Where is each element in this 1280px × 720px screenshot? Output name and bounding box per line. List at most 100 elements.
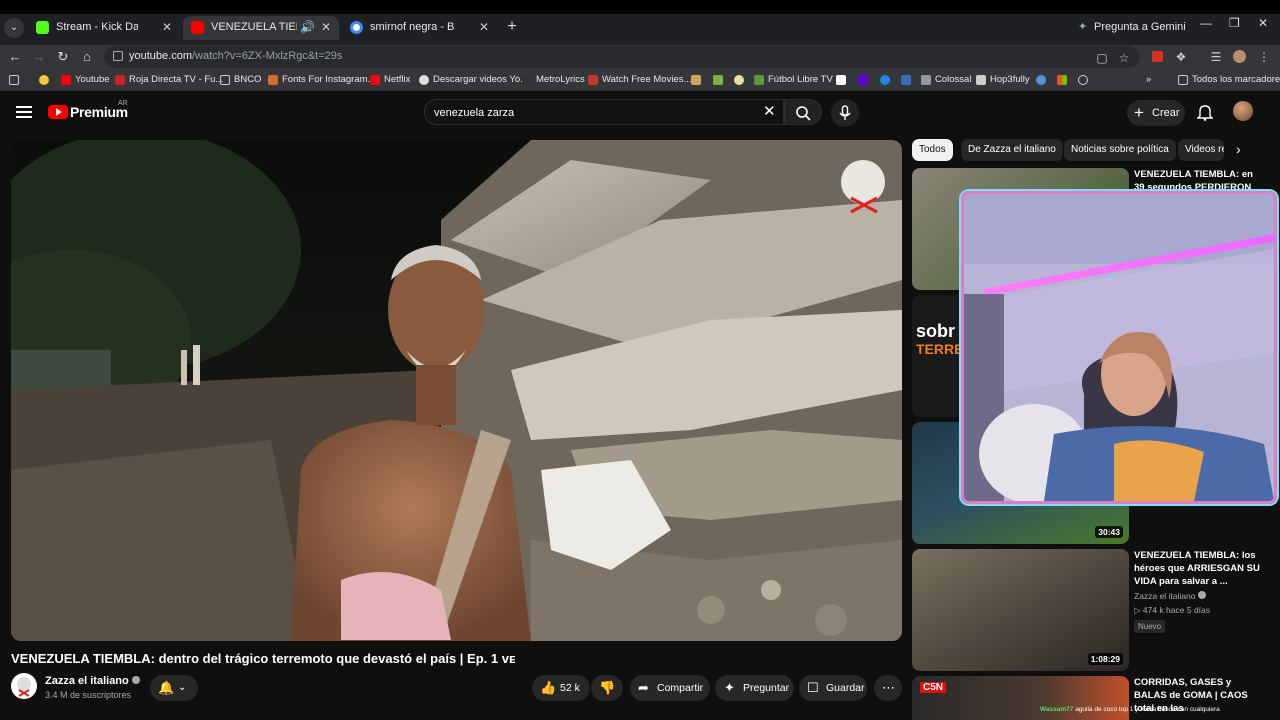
tab-audio-icon[interactable]: 🔊 <box>300 16 315 38</box>
bookmark-label: MetroLyrics <box>536 74 585 85</box>
new-tab-plus-icon[interactable]: + <box>503 17 521 37</box>
chip-videos-relacionados[interactable]: Videos re <box>1178 139 1224 161</box>
thumbs-down-icon: 👎 <box>599 680 616 695</box>
chip-todos[interactable]: Todos <box>912 139 953 161</box>
bookmark-colossal[interactable]: Colossal <box>921 73 971 87</box>
dislike-button[interactable]: 👎 <box>591 675 623 701</box>
movies-icon <box>588 75 598 85</box>
thumbs-up-icon: 👍 <box>540 680 557 695</box>
tab-title: Stream - Kick Dashboard <box>56 21 138 33</box>
menu-hamburger-icon[interactable] <box>16 106 32 118</box>
media-control-icon[interactable]: ☰ <box>1208 49 1224 65</box>
chip-de-zazza[interactable]: De Zazza el italiano <box>961 139 1063 161</box>
recommendation-channel[interactable]: Zazza el italiano <box>1134 591 1207 601</box>
bookmark-microsoft-icon[interactable] <box>1056 73 1068 87</box>
tab-google-search[interactable]: smirnof negra - Buscar con Go ✕ <box>342 16 497 40</box>
bookmark-icon-a[interactable] <box>690 73 702 87</box>
region-code: AR <box>118 100 128 107</box>
video-thumbnail[interactable]: 1:08:29 <box>912 549 1129 671</box>
bookmark-descargar-videos[interactable]: Descargar videos Yo... <box>419 73 528 87</box>
create-button[interactable]: + Crear <box>1127 100 1185 126</box>
bookmark-youtube[interactable]: Youtube <box>61 73 110 87</box>
bookmarks-overflow-icon[interactable]: » <box>1146 73 1151 87</box>
colossal-icon <box>921 75 931 85</box>
channel-avatar[interactable] <box>11 673 37 699</box>
extension-red-icon[interactable] <box>1150 49 1166 65</box>
tab-close-icon[interactable]: ✕ <box>321 16 331 38</box>
tab-search-menu-icon[interactable]: ⌄ <box>4 18 24 38</box>
tab-youtube-video[interactable]: VENEZUELA TIEMBLA: dent 🔊 ✕ <box>183 16 339 40</box>
microphone-icon <box>839 105 851 120</box>
bookmark-bnco-folder[interactable]: BNCO <box>220 73 261 87</box>
channel-name-text: Zazza el italiano <box>45 675 129 687</box>
bookmark-metrolyrics[interactable]: MetroLyrics <box>522 73 585 87</box>
tab-kick-dashboard[interactable]: Stream - Kick Dashboard ✕ <box>28 16 180 40</box>
close-window-icon[interactable]: ✕ <box>1258 16 1268 30</box>
forward-arrow-icon[interactable]: → <box>30 48 48 66</box>
reload-icon[interactable]: ↻ <box>54 48 72 66</box>
youtube-bookmark-icon <box>61 75 71 85</box>
bookmark-icon-f[interactable] <box>900 73 912 87</box>
apps-grid-icon[interactable] <box>8 73 20 87</box>
tab-title: VENEZUELA TIEMBLA: dent <box>211 21 297 33</box>
tab-close-icon[interactable]: ✕ <box>162 16 172 38</box>
bookmark-futbol-libre[interactable]: Fútbol Libre TV <box>754 73 833 87</box>
back-arrow-icon[interactable]: ← <box>6 48 24 66</box>
channel-name[interactable]: Zazza el italiano <box>45 675 140 687</box>
bookmark-hop3fully[interactable]: Hop3fully <box>976 73 1030 87</box>
home-icon[interactable]: ⌂ <box>78 48 96 66</box>
share-button[interactable]: ➦ Compartir <box>630 675 710 701</box>
search-input[interactable] <box>434 104 754 121</box>
install-app-icon[interactable]: ▢ <box>1094 50 1110 66</box>
restore-icon[interactable]: ❐ <box>1229 16 1240 30</box>
search-button[interactable] <box>784 99 822 125</box>
bookmark-globe-icon[interactable] <box>1077 73 1089 87</box>
video-player[interactable] <box>11 140 902 641</box>
ask-gemini-button[interactable]: ✦ Pregunta a Gemini <box>1078 18 1186 36</box>
bookmark-icon-c[interactable] <box>733 73 745 87</box>
stream-chat-overlay: Wassam77 aguila de coco top 1 y me la ba… <box>1040 706 1220 713</box>
more-horizontal-icon: ⋯ <box>882 680 895 695</box>
account-avatar[interactable] <box>1233 101 1253 121</box>
share-label: Compartir <box>657 682 704 694</box>
like-button[interactable]: 👍 52 k <box>532 675 590 701</box>
minimize-icon[interactable]: — <box>1200 16 1212 30</box>
bookmark-label: Roja Directa TV - Fu... <box>129 74 224 85</box>
save-button[interactable]: ☐ Guardar <box>799 675 867 701</box>
bookmark-label: Fonts For Instagram... <box>282 74 376 85</box>
bookmark-icon-b[interactable] <box>712 73 724 87</box>
subscription-bell-dropdown[interactable]: 🔔 ⌄ <box>150 675 198 701</box>
browser-menu-icon[interactable]: ⋮ <box>1256 49 1272 65</box>
all-bookmarks-folder[interactable]: Todos los marcadores <box>1178 73 1280 87</box>
tab-close-icon[interactable]: ✕ <box>479 16 489 38</box>
bookmark-yahoo-icon[interactable] <box>857 73 869 87</box>
recommendation-title[interactable]: VENEZUELA TIEMBLA: los héroes que ARRIES… <box>1134 549 1266 588</box>
more-actions-button[interactable]: ⋯ <box>874 675 902 701</box>
profile-avatar-icon[interactable] <box>1232 49 1248 65</box>
bookmark-label: Netflix <box>384 74 411 85</box>
streamer-webcam-overlay <box>961 191 1277 504</box>
extensions-puzzle-icon[interactable]: ❖ <box>1173 49 1189 65</box>
recommendation-item[interactable]: 1:08:29 VENEZUELA TIEMBLA: los héroes qu… <box>912 549 1272 671</box>
url-omnibox[interactable]: youtube.com/watch?v=6ZX-MxlzRgc&t=29s ▢ … <box>104 46 1140 68</box>
bookmark-watch-free-movies[interactable]: Watch Free Movies... <box>588 73 691 87</box>
bookmark-fonts-instagram[interactable]: Fonts For Instagram... <box>268 73 375 87</box>
chip-noticias-politica[interactable]: Noticias sobre política <box>1064 139 1176 161</box>
bookmark-star-icon[interactable]: ☆ <box>1116 50 1132 66</box>
ask-button[interactable]: ✦ Preguntar <box>715 675 794 701</box>
plus-icon: + <box>1134 103 1144 122</box>
clear-search-icon[interactable]: ✕ <box>763 103 776 121</box>
recommendation-item[interactable]: C5N CORRIDAS, GASES y BALAS de GOMA | CA… <box>912 676 1272 720</box>
voice-search-button[interactable] <box>831 99 859 127</box>
bookmark-netflix[interactable]: Netflix <box>370 73 410 87</box>
bookmark-icon-d[interactable] <box>835 73 847 87</box>
bookmark-icon-e[interactable] <box>879 73 891 87</box>
bookmark-roja-directa[interactable]: Roja Directa TV - Fu... <box>115 73 223 87</box>
video-thumbnail[interactable]: C5N <box>912 676 1129 720</box>
notifications-bell-icon[interactable] <box>1196 103 1214 121</box>
emoji-bookmark-icon[interactable] <box>38 73 50 87</box>
site-info-icon[interactable] <box>113 51 123 61</box>
bookmark-icon-g[interactable] <box>1035 73 1047 87</box>
folder-icon <box>1178 75 1188 85</box>
chips-next-arrow-icon[interactable]: › <box>1236 141 1241 157</box>
